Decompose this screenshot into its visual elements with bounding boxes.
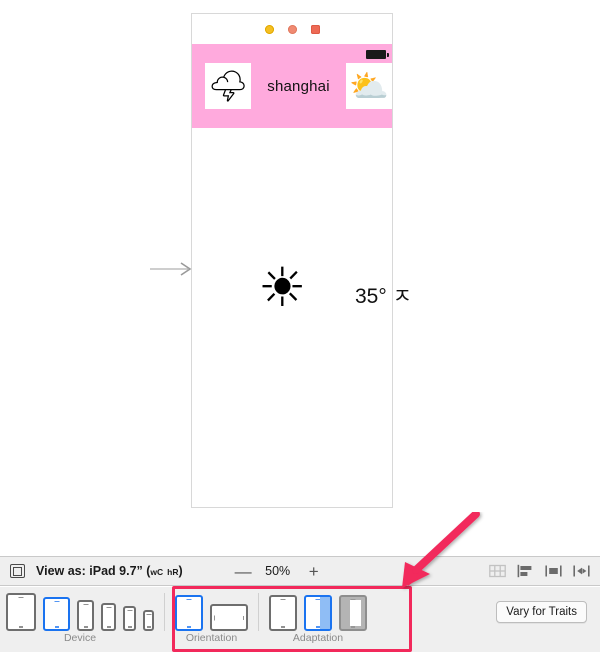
orientation-group-label: Orientation (185, 632, 238, 644)
sun-behind-cloud-icon: ⛅ (346, 63, 392, 109)
zoom-out-button[interactable]: — (235, 563, 252, 580)
adaptation-group-label: Adaptation (292, 632, 344, 644)
xcode-interface-builder-screenshot: 🌩 shanghai ⛅ ☀ 35° ㅈ View as: iPad 9.7” … (0, 0, 600, 652)
device-ipad-9-7[interactable] (43, 597, 70, 631)
device-iphone-4s[interactable] (143, 610, 154, 631)
view-as-label[interactable]: View as: iPad 9.7” (wC hR) (36, 564, 183, 578)
adaptation-icon-row[interactable] (269, 587, 367, 631)
view-as-prefix: View as: iPad 9.7” ( (36, 564, 151, 578)
view-as-suffix: ) (178, 564, 183, 578)
device-iphone-se[interactable] (123, 606, 136, 631)
device-group[interactable]: Device (6, 587, 154, 644)
view-as-toolbar[interactable]: View as: iPad 9.7” (wC hR) — 50% + (0, 556, 600, 586)
device-iphone-plus[interactable] (77, 600, 94, 631)
zoom-in-button[interactable]: + (307, 563, 321, 580)
weather-header-banner[interactable]: 🌩 shanghai ⛅ (192, 44, 392, 128)
sun-icon: ☀ (258, 258, 307, 318)
adaptation-full-screen[interactable] (269, 595, 297, 631)
zoom-level-label: 50% (265, 564, 291, 578)
battery-icon (366, 50, 389, 59)
zoom-controls[interactable]: — 50% + (235, 563, 321, 580)
leading-constraint-arrow (150, 262, 192, 276)
orientation-group[interactable]: Orientation (175, 587, 248, 644)
device-preview-frame[interactable]: 🌩 shanghai ⛅ ☀ 35° ㅈ (191, 13, 412, 508)
canvas-area[interactable]: 🌩 shanghai ⛅ ☀ 35° ㅈ (0, 0, 600, 546)
align-icon[interactable] (517, 564, 534, 578)
city-label: shanghai (267, 77, 330, 95)
weather-body: ☀ 35° ㅈ (192, 128, 412, 507)
temperature-label: 35° ㅈ (355, 285, 412, 308)
adaptation-split-view[interactable] (304, 595, 332, 631)
slide-over-fill (350, 600, 361, 626)
thunderstorm-cloud-icon: 🌩 (205, 63, 251, 109)
orange-circle-icon (264, 24, 274, 34)
salmon-circle-icon (287, 24, 297, 34)
pin-icon[interactable] (545, 564, 562, 578)
vary-for-traits-button[interactable]: Vary for Traits (496, 601, 587, 623)
adaptation-group[interactable]: Adaptation (269, 587, 367, 644)
trait-height-class: hR (167, 567, 179, 577)
device-icon-row[interactable] (6, 587, 154, 631)
divider-device-orientation (164, 593, 165, 631)
trait-width-class: wC (150, 567, 164, 577)
library-grid-icon[interactable] (489, 564, 506, 578)
orientation-landscape[interactable] (210, 604, 248, 631)
red-square-icon (310, 24, 320, 34)
simulated-status-bar (192, 14, 392, 44)
device-group-label: Device (63, 632, 97, 644)
adaptation-slide-over[interactable] (339, 595, 367, 631)
resolve-issues-icon[interactable] (573, 564, 590, 578)
device-iphone-8[interactable] (101, 603, 116, 631)
assistant-editor-icon[interactable] (10, 564, 25, 578)
orientation-icon-row[interactable] (175, 587, 248, 631)
device-configuration-bar[interactable]: Device Orientation Adaptation Vary for T… (0, 587, 600, 652)
orientation-portrait[interactable] (175, 595, 203, 631)
split-fill (319, 597, 330, 629)
divider-orientation-adaptation (258, 593, 259, 631)
device-ipad-pro-12[interactable] (6, 593, 36, 631)
editor-tool-icons[interactable] (489, 564, 590, 578)
